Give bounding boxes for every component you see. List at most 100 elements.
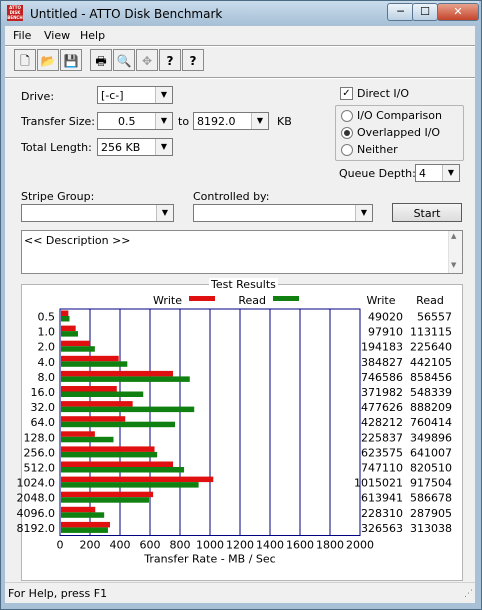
read-value: 56557 [417, 311, 452, 324]
read-bar [61, 512, 105, 518]
read-bar [61, 451, 158, 458]
read-bar [61, 361, 128, 367]
atto-app-icon: ATTO DISK BENCH [7, 5, 23, 21]
read-value: 641007 [410, 446, 452, 459]
read-bar [61, 482, 199, 488]
write-bar [61, 446, 155, 452]
write-bar [61, 416, 126, 422]
write-bar [61, 401, 133, 407]
write-bar [61, 431, 95, 437]
write-value: 747110 [361, 462, 403, 475]
y-tick-label: 128.0 [24, 431, 56, 444]
read-bar [61, 421, 176, 428]
read-value: 442105 [410, 356, 452, 369]
y-tick-label: 1024.0 [17, 477, 56, 490]
x-tick-label: 400 [110, 539, 131, 552]
write-value: 613941 [361, 492, 403, 505]
x-tick-label: 1800 [316, 539, 344, 552]
write-bar [61, 325, 76, 332]
write-value: 428212 [361, 416, 403, 429]
x-tick-label: 2000 [346, 539, 374, 552]
write-value: 97910 [368, 326, 403, 339]
y-tick-label: 8192.0 [17, 522, 56, 535]
write-value: 746586 [361, 371, 403, 384]
write-value: 477626 [361, 401, 403, 414]
read-bar [61, 391, 144, 397]
read-bar [61, 346, 95, 352]
read-bar [61, 527, 108, 533]
write-bar [61, 386, 117, 392]
y-tick-label: 2.0 [38, 341, 56, 354]
window-title: Untitled - ATTO Disk Benchmark [30, 7, 223, 21]
legend-read-label: Read [238, 294, 266, 307]
y-tick-label: 2048.0 [17, 492, 56, 505]
write-value: 384827 [361, 356, 403, 369]
x-tick-label: 1000 [196, 539, 224, 552]
write-value: 623575 [361, 446, 403, 459]
y-tick-label: 4096.0 [17, 507, 56, 520]
column-header-read: Read [416, 294, 444, 307]
read-bar [61, 316, 70, 322]
write-value: 194183 [361, 341, 403, 354]
y-tick-label: 0.5 [38, 311, 56, 324]
write-bar [61, 340, 91, 347]
column-header-write: Write [366, 294, 395, 307]
y-tick-label: 1.0 [38, 326, 56, 339]
read-value: 888209 [410, 401, 452, 414]
read-value: 225640 [410, 341, 452, 354]
resize-grip-icon[interactable]: ⋰ [464, 589, 473, 599]
read-value: 586678 [410, 492, 452, 505]
maximize-button[interactable]: ☐ [412, 3, 438, 21]
read-value: 313038 [410, 522, 452, 535]
y-tick-label: 8.0 [38, 371, 56, 384]
read-value: 287905 [410, 507, 452, 520]
x-tick-label: 1400 [256, 539, 284, 552]
read-value: 548339 [410, 386, 452, 399]
write-value: 49020 [368, 311, 403, 324]
read-bar [61, 376, 190, 382]
read-value: 917504 [410, 477, 452, 490]
y-tick-label: 32.0 [31, 401, 56, 414]
x-axis-label: Transfer Rate - MB / Sec [143, 553, 275, 566]
status-bar: For Help, press F1 ⋰ [5, 582, 475, 603]
read-value: 760414 [410, 416, 452, 429]
write-value: 326563 [361, 522, 403, 535]
x-tick-label: 0 [57, 539, 64, 552]
read-value: 820510 [410, 462, 452, 475]
close-button[interactable]: ✕ [437, 3, 479, 21]
read-bar [61, 331, 78, 337]
x-tick-label: 800 [170, 539, 191, 552]
read-bar [61, 497, 150, 503]
read-value: 349896 [410, 431, 452, 444]
minimize-button[interactable]: ─ [387, 3, 414, 21]
y-tick-label: 256.0 [24, 446, 56, 459]
benchmark-chart: 0 200 400 600 800 1000 1200 1400 1600 1800 2000 Tra… [17, 294, 453, 566]
x-tick-label: 1200 [226, 539, 254, 552]
y-tick-label: 64.0 [31, 416, 56, 429]
title-bar[interactable]: ATTO DISK BENCH Untitled - ATTO Disk Ben… [1, 1, 479, 25]
read-bar [61, 467, 185, 473]
read-bar [61, 406, 195, 413]
write-bar [61, 461, 174, 467]
write-bar [61, 476, 214, 483]
legend-write-swatch [189, 296, 215, 301]
write-bar [61, 506, 96, 513]
y-tick-label: 512.0 [24, 462, 56, 475]
y-tick-label: 16.0 [31, 386, 56, 399]
legend-read-swatch [273, 296, 299, 301]
read-bar [61, 436, 114, 443]
write-value: 1015021 [354, 477, 403, 490]
write-bar [61, 370, 173, 377]
write-bar [61, 355, 119, 362]
x-tick-label: 600 [140, 539, 161, 552]
read-value: 113115 [410, 326, 452, 339]
status-text: For Help, press F1 [8, 587, 108, 600]
x-tick-label: 200 [80, 539, 101, 552]
legend-write-label: Write [153, 294, 182, 307]
write-bar [61, 310, 69, 316]
write-value: 371982 [361, 386, 403, 399]
write-bar [61, 491, 154, 498]
write-value: 228310 [361, 507, 403, 520]
write-bar [61, 521, 110, 528]
x-tick-label: 1600 [286, 539, 314, 552]
